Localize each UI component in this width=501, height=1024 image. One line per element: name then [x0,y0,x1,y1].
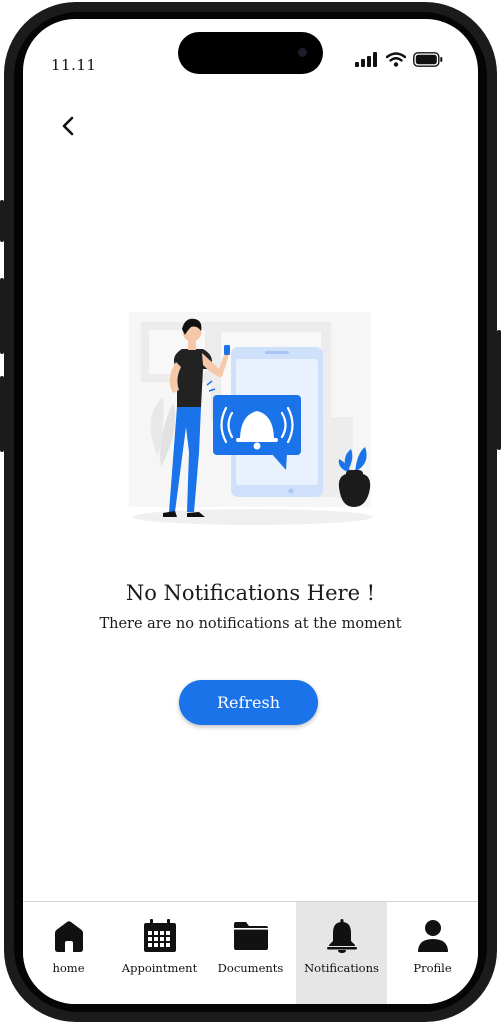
tab-documents[interactable]: Documents [205,902,296,1004]
home-icon [54,921,83,952]
wifi-icon [386,52,406,67]
empty-notifications-illustration [129,312,373,525]
user-icon [417,920,448,952]
volume-up-button [0,278,4,354]
bottom-tab-bar: home Appointment Documents Notifications… [23,901,478,1004]
calendar-icon [143,919,176,952]
bell-icon [326,919,357,953]
folder-icon [233,922,268,950]
tab-label: Documents [217,961,284,975]
cellular-signal-icon [355,52,377,67]
front-camera [298,48,307,57]
dynamic-island [178,32,323,74]
empty-state-title: No Notifications Here ! [125,581,376,605]
status-time: 11.11 [51,56,97,74]
chevron-left-icon [62,116,74,136]
tab-label: Notifications [304,961,379,975]
battery-icon [413,52,443,67]
tab-notifications[interactable]: Notifications [296,902,387,1004]
empty-state-subtitle: There are no notifications at the moment [99,616,402,632]
app-screen: 11.11 No Notifications Here ! There are … [23,19,478,1004]
tab-home[interactable]: home [23,902,114,1004]
power-button [497,330,501,450]
status-icons [355,52,443,67]
tab-label: Appointment [121,961,198,975]
refresh-button[interactable]: Refresh [179,680,318,725]
action-button [0,200,4,242]
tab-profile[interactable]: Profile [387,902,478,1004]
tab-appointment[interactable]: Appointment [114,902,205,1004]
back-button[interactable] [53,111,83,141]
tab-label: Profile [413,961,452,975]
volume-down-button [0,376,4,452]
tab-label: home [52,961,85,975]
